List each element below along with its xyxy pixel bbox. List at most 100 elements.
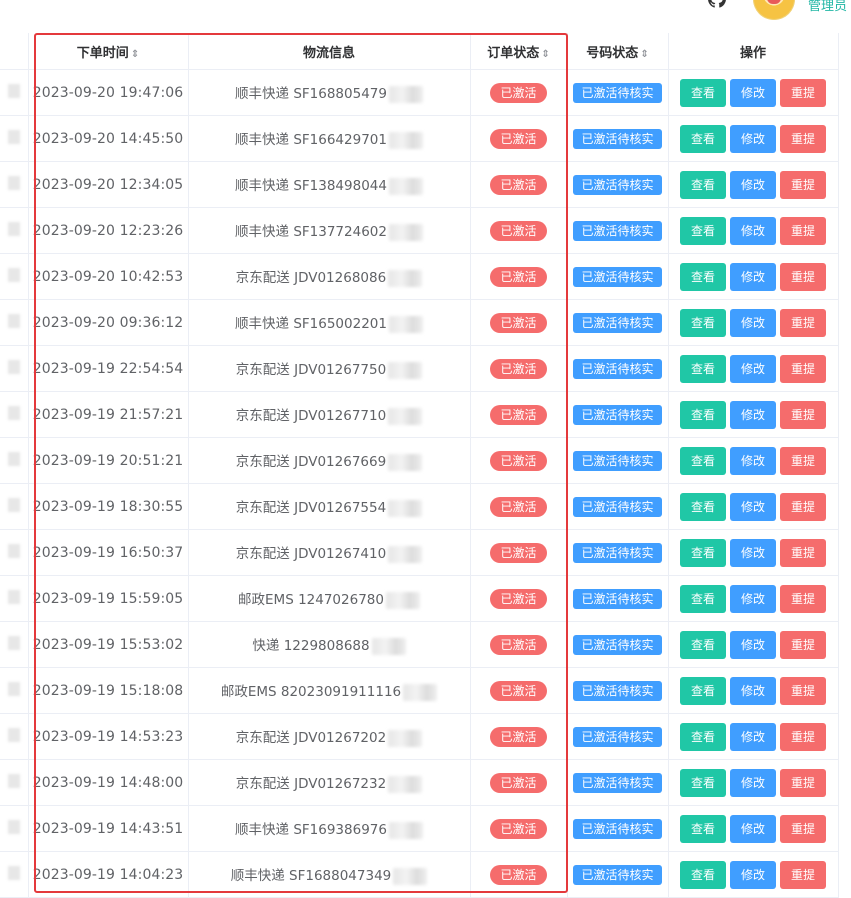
order-time-cell: 2023-09-19 20:51:21 [28, 437, 189, 484]
actions-cell: 查看 修改 重提 [668, 161, 839, 208]
resubmit-button[interactable]: 重提 [780, 630, 826, 659]
view-button[interactable]: 查看 [680, 170, 726, 199]
admin-label[interactable]: 管理员 [808, 0, 847, 14]
blurred-cell [7, 451, 20, 466]
edit-button[interactable]: 修改 [730, 814, 776, 843]
table-row: 2023-09-19 14:04:23 顺丰快递 SF1688047349 已激活 已… [0, 851, 839, 898]
edit-button[interactable]: 修改 [730, 492, 776, 521]
edit-button[interactable]: 修改 [730, 630, 776, 659]
edit-button[interactable]: 修改 [730, 216, 776, 245]
resubmit-button[interactable]: 重提 [780, 492, 826, 521]
sort-icon[interactable]: ⇕ [131, 49, 139, 60]
resubmit-button[interactable]: 重提 [780, 78, 826, 107]
resubmit-button[interactable]: 重提 [780, 722, 826, 751]
edit-button[interactable]: 修改 [730, 170, 776, 199]
view-button[interactable]: 查看 [680, 860, 726, 889]
view-button[interactable]: 查看 [680, 722, 726, 751]
header-order-status[interactable]: 订单状态 ⇕ [470, 33, 568, 70]
order-status-badge: 已激活 [490, 542, 547, 563]
blurred-cell [7, 405, 20, 420]
logistics-cell: 京东配送 JDV01267202 [188, 713, 471, 760]
edit-button[interactable]: 修改 [730, 124, 776, 153]
view-button[interactable]: 查看 [680, 768, 726, 797]
order-time-cell: 2023-09-19 14:48:00 [28, 759, 189, 806]
blurred-cell [7, 819, 20, 834]
edit-button[interactable]: 修改 [730, 446, 776, 475]
order-status-cell: 已激活 [470, 575, 568, 622]
edit-button[interactable]: 修改 [730, 768, 776, 797]
resubmit-button[interactable]: 重提 [780, 354, 826, 383]
table-row: 2023-09-20 12:34:05 顺丰快递 SF138498044 已激活 已激… [0, 161, 839, 208]
edit-button[interactable]: 修改 [730, 262, 776, 291]
top-bar: 管理员 [0, 0, 851, 30]
row-cut-left [0, 759, 29, 806]
redacted-block [388, 407, 423, 425]
logistics-cell: 顺丰快递 SF137724602 [188, 207, 471, 254]
sort-icon[interactable]: ⇕ [541, 49, 549, 60]
view-button[interactable]: 查看 [680, 538, 726, 567]
order-status-badge: 已激活 [490, 818, 547, 839]
edit-button[interactable]: 修改 [730, 308, 776, 337]
edit-button[interactable]: 修改 [730, 78, 776, 107]
view-button[interactable]: 查看 [680, 446, 726, 475]
number-status-badge: 已激活待核实 [573, 634, 662, 655]
resubmit-button[interactable]: 重提 [780, 170, 826, 199]
row-cut-left [0, 253, 29, 300]
view-button[interactable]: 查看 [680, 216, 726, 245]
view-button[interactable]: 查看 [680, 308, 726, 337]
user-avatar[interactable] [753, 0, 795, 20]
view-button[interactable]: 查看 [680, 262, 726, 291]
redacted-block [388, 223, 423, 241]
edit-button[interactable]: 修改 [730, 860, 776, 889]
header-number-status[interactable]: 号码状态 ⇕ [567, 33, 669, 70]
logistics-cell: 顺丰快递 SF1688047349 [188, 851, 471, 898]
edit-button[interactable]: 修改 [730, 400, 776, 429]
number-status-badge: 已激活待核实 [573, 220, 662, 241]
sort-icon[interactable]: ⇕ [640, 49, 648, 60]
view-button[interactable]: 查看 [680, 584, 726, 613]
resubmit-button[interactable]: 重提 [780, 124, 826, 153]
logistics-cell: 京东配送 JDV01267410 [188, 529, 471, 576]
view-button[interactable]: 查看 [680, 78, 726, 107]
resubmit-button[interactable]: 重提 [780, 538, 826, 567]
resubmit-button[interactable]: 重提 [780, 262, 826, 291]
edit-button[interactable]: 修改 [730, 676, 776, 705]
github-icon[interactable] [708, 0, 726, 8]
number-status-cell: 已激活待核实 [567, 391, 669, 438]
resubmit-button[interactable]: 重提 [780, 400, 826, 429]
view-button[interactable]: 查看 [680, 400, 726, 429]
header-order-time[interactable]: 下单时间 ⇕ [28, 33, 189, 70]
blurred-cell [7, 175, 20, 190]
view-button[interactable]: 查看 [680, 814, 726, 843]
edit-button[interactable]: 修改 [730, 354, 776, 383]
order-status-cell: 已激活 [470, 391, 568, 438]
table-header-row: 下单时间 ⇕ 物流信息 订单状态 ⇕ 号码状态 ⇕ 操作 [0, 33, 839, 70]
resubmit-button[interactable]: 重提 [780, 216, 826, 245]
row-cut-left [0, 529, 29, 576]
redacted-block [388, 361, 423, 379]
edit-button[interactable]: 修改 [730, 722, 776, 751]
view-button[interactable]: 查看 [680, 676, 726, 705]
edit-button[interactable]: 修改 [730, 538, 776, 567]
blurred-cell [7, 727, 20, 742]
edit-button[interactable]: 修改 [730, 584, 776, 613]
resubmit-button[interactable]: 重提 [780, 860, 826, 889]
view-button[interactable]: 查看 [680, 124, 726, 153]
view-button[interactable]: 查看 [680, 354, 726, 383]
logistics-cell: 京东配送 JDV01267710 [188, 391, 471, 438]
resubmit-button[interactable]: 重提 [780, 768, 826, 797]
resubmit-button[interactable]: 重提 [780, 308, 826, 337]
view-button[interactable]: 查看 [680, 630, 726, 659]
resubmit-button[interactable]: 重提 [780, 584, 826, 613]
redacted-block [388, 453, 423, 471]
row-cut-left [0, 115, 29, 162]
view-button[interactable]: 查看 [680, 492, 726, 521]
row-cut-left [0, 299, 29, 346]
resubmit-button[interactable]: 重提 [780, 676, 826, 705]
resubmit-button[interactable]: 重提 [780, 446, 826, 475]
logistics-cell: 京东配送 JDV01267750 [188, 345, 471, 392]
actions-cell: 查看 修改 重提 [668, 759, 839, 806]
actions-cell: 查看 修改 重提 [668, 713, 839, 760]
redacted-block [388, 775, 423, 793]
resubmit-button[interactable]: 重提 [780, 814, 826, 843]
